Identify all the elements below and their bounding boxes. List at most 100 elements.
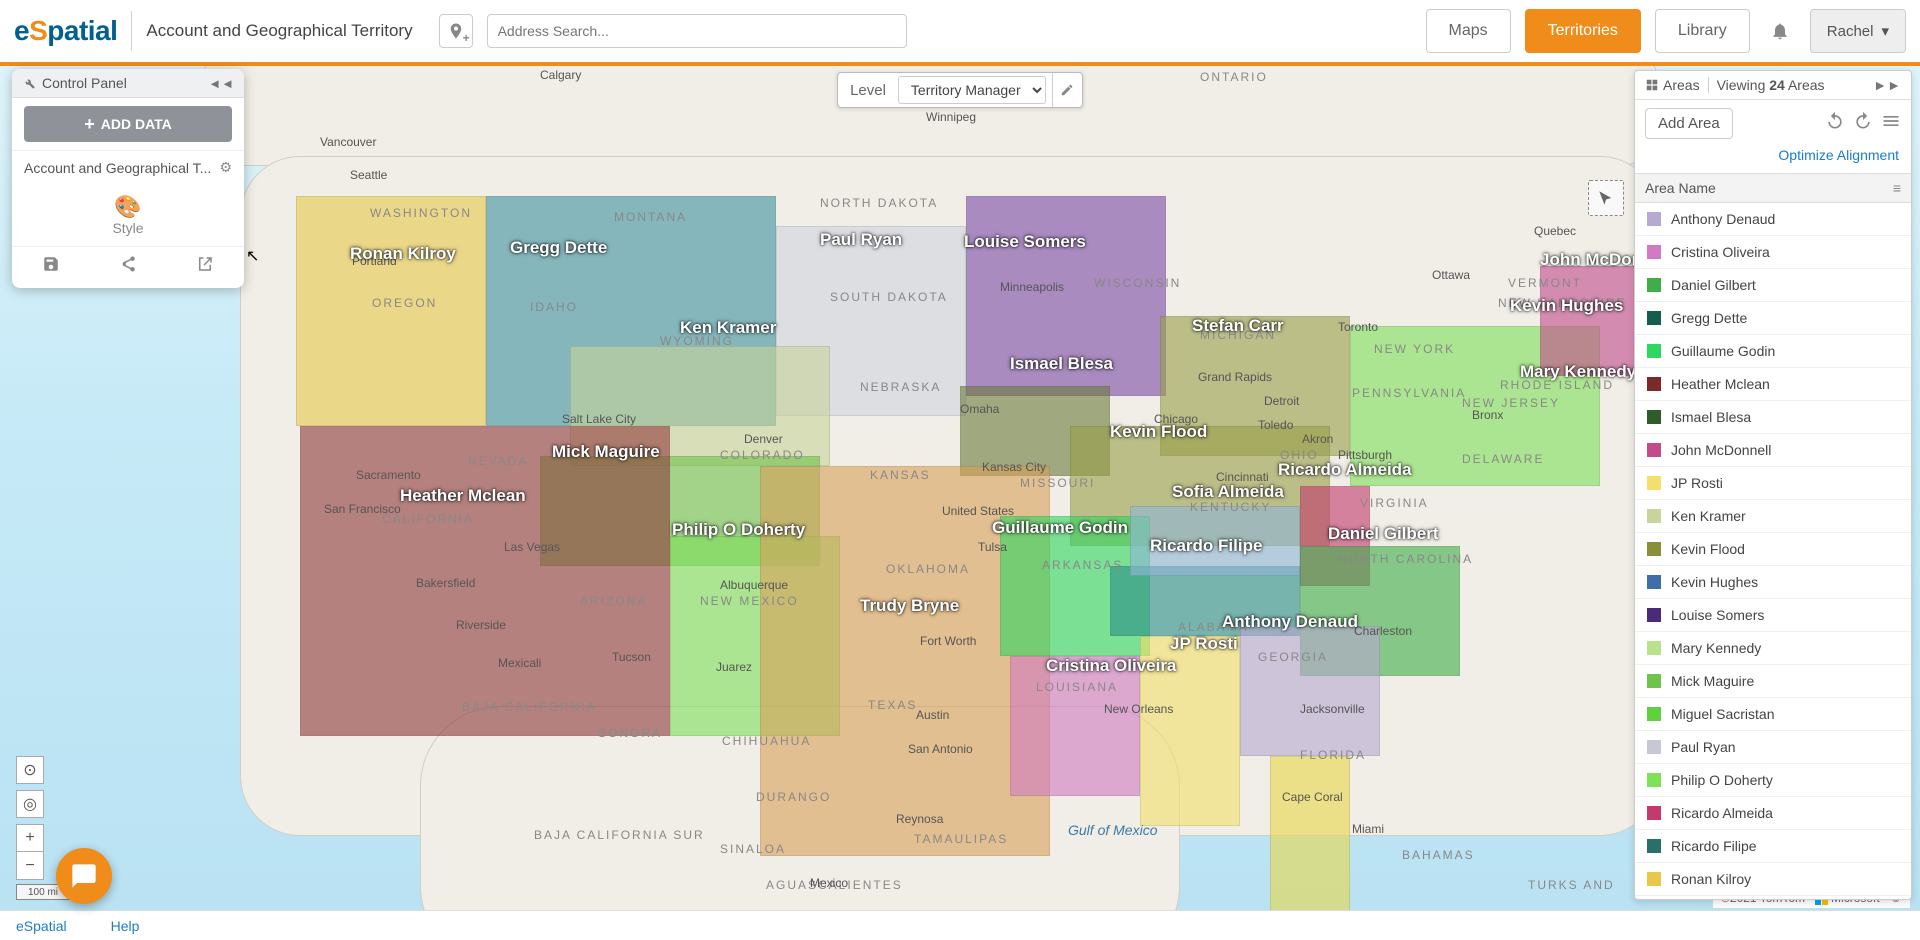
areas-panel-header: Areas Viewing 24 Areas ►► [1635,71,1911,100]
area-row[interactable]: Gregg Dette [1635,302,1911,335]
city-label: Quebec [1534,224,1576,238]
area-row[interactable]: Heather Mclean [1635,368,1911,401]
nav-territories[interactable]: Territories [1525,9,1641,53]
city-label: Toledo [1258,418,1293,432]
area-row[interactable]: Anthony Denaud [1635,203,1911,236]
color-swatch [1647,377,1661,391]
zoom-out-button[interactable]: − [16,852,44,880]
area-name: Philip O Doherty [1671,772,1773,788]
area-name: Mary Kennedy [1671,640,1761,656]
territory-label: Daniel Gilbert [1328,524,1439,544]
area-row[interactable]: Ismael Blesa [1635,401,1911,434]
brand-logo: eSpatial [14,15,117,47]
area-row[interactable]: Sofia Almeida [1635,896,1911,899]
rectangle-select-tool[interactable] [1588,180,1624,216]
region-label: Bahamas [1402,848,1475,862]
territory-shape[interactable] [1270,756,1350,910]
zoom-fit-button[interactable]: ⊙ [16,756,44,784]
area-name: Guillaume Godin [1671,343,1775,359]
column-menu-button[interactable]: ≡ [1893,180,1901,196]
area-name: Ismael Blesa [1671,409,1751,425]
notifications-icon[interactable] [1770,21,1790,41]
area-row[interactable]: JP Rosti [1635,467,1911,500]
city-label: Denver [744,432,783,446]
region-label: COLORADO [720,448,805,462]
footer-brand-link[interactable]: eSpatial [16,918,67,934]
share-button[interactable] [119,255,137,278]
address-search-input[interactable] [487,14,907,48]
style-section[interactable]: 🎨 Style [12,184,244,246]
expand-panel-button[interactable]: ►► [1873,77,1901,93]
city-label: Reynosa [896,812,943,826]
collapse-panel-button[interactable]: ◄◄ [208,76,234,91]
optimize-alignment-link[interactable]: Optimize Alignment [1778,147,1899,163]
zoom-in-button[interactable]: + [16,824,44,852]
city-label: United States [942,504,1014,518]
redo-button[interactable] [1853,111,1873,136]
region-label: CHIHUAHUA [722,734,811,748]
area-row[interactable]: Paul Ryan [1635,731,1911,764]
area-row[interactable]: John McDonnell [1635,434,1911,467]
area-row[interactable]: Daniel Gilbert [1635,269,1911,302]
palette-icon: 🎨 [12,194,244,220]
export-button[interactable] [196,255,214,278]
area-row[interactable]: Kevin Flood [1635,533,1911,566]
color-swatch [1647,410,1661,424]
city-label: San Francisco [324,502,401,516]
territory-shape[interactable] [1240,626,1380,756]
area-name: Kevin Hughes [1671,574,1758,590]
dataset-row[interactable]: Account and Geographical T... ⚙ [12,150,244,184]
city-label: Salt Lake City [562,412,636,426]
area-row[interactable]: Ricardo Filipe [1635,830,1911,863]
level-label: Level [838,82,898,99]
user-menu[interactable]: Rachel ▾ [1810,9,1906,53]
wrench-icon [22,76,36,90]
territory-shape[interactable] [1010,656,1140,796]
region-label: NEW YORK [1374,342,1455,356]
area-list-header: Area Name ≡ [1635,173,1911,203]
territory-label: JP Rosti [1170,634,1238,654]
area-row[interactable]: Mary Kennedy [1635,632,1911,665]
area-row[interactable]: Louise Somers [1635,599,1911,632]
nav-maps[interactable]: Maps [1426,9,1511,53]
undo-button[interactable] [1825,111,1845,136]
area-row[interactable]: Philip O Doherty [1635,764,1911,797]
level-dropdown[interactable]: Territory Manager [898,76,1046,104]
optimize-link-row: Optimize Alignment [1635,147,1911,173]
region-label: MONTANA [614,210,687,224]
footer-help-link[interactable]: Help [111,918,140,934]
chat-icon [70,862,98,890]
save-button[interactable] [42,255,60,278]
add-location-button[interactable]: + [439,14,473,48]
nav-library[interactable]: Library [1655,9,1750,53]
add-data-button[interactable]: + ADD DATA [24,106,232,142]
add-area-button[interactable]: Add Area [1645,108,1733,139]
map-canvas[interactable]: ONTARIOWASHINGTONOREGONIDAHOMONTANANORTH… [0,66,1920,910]
control-panel-header: Control Panel ◄◄ [12,69,244,98]
edit-level-button[interactable] [1052,73,1082,107]
city-label: Toronto [1338,320,1378,334]
dataset-settings-button[interactable]: ⚙ [219,159,232,176]
area-name: Ricardo Almeida [1671,805,1773,821]
area-row[interactable]: Kevin Hughes [1635,566,1911,599]
area-row[interactable]: Ken Kramer [1635,500,1911,533]
region-label: VIRGINIA [1360,496,1429,510]
area-row[interactable]: Ronan Kilroy [1635,863,1911,896]
area-list[interactable]: Anthony DenaudCristina OliveiraDaniel Gi… [1635,203,1911,899]
chevron-down-icon: ▾ [1881,22,1889,40]
area-row[interactable]: Ricardo Almeida [1635,797,1911,830]
color-swatch [1647,245,1661,259]
area-row[interactable]: Miguel Sacristan [1635,698,1911,731]
dataset-label: Account and Geographical T... [24,160,211,176]
city-label: Mexico [810,876,848,890]
area-row[interactable]: Guillaume Godin [1635,335,1911,368]
style-label: Style [12,220,244,236]
panel-menu-button[interactable] [1881,111,1901,136]
city-label: Detroit [1264,394,1299,408]
chat-button[interactable] [56,848,112,904]
zoom-extent-button[interactable]: ◎ [16,790,44,818]
area-row[interactable]: Cristina Oliveira [1635,236,1911,269]
city-label: New Orleans [1104,702,1173,716]
territory-shape[interactable] [296,196,486,426]
area-row[interactable]: Mick Maguire [1635,665,1911,698]
